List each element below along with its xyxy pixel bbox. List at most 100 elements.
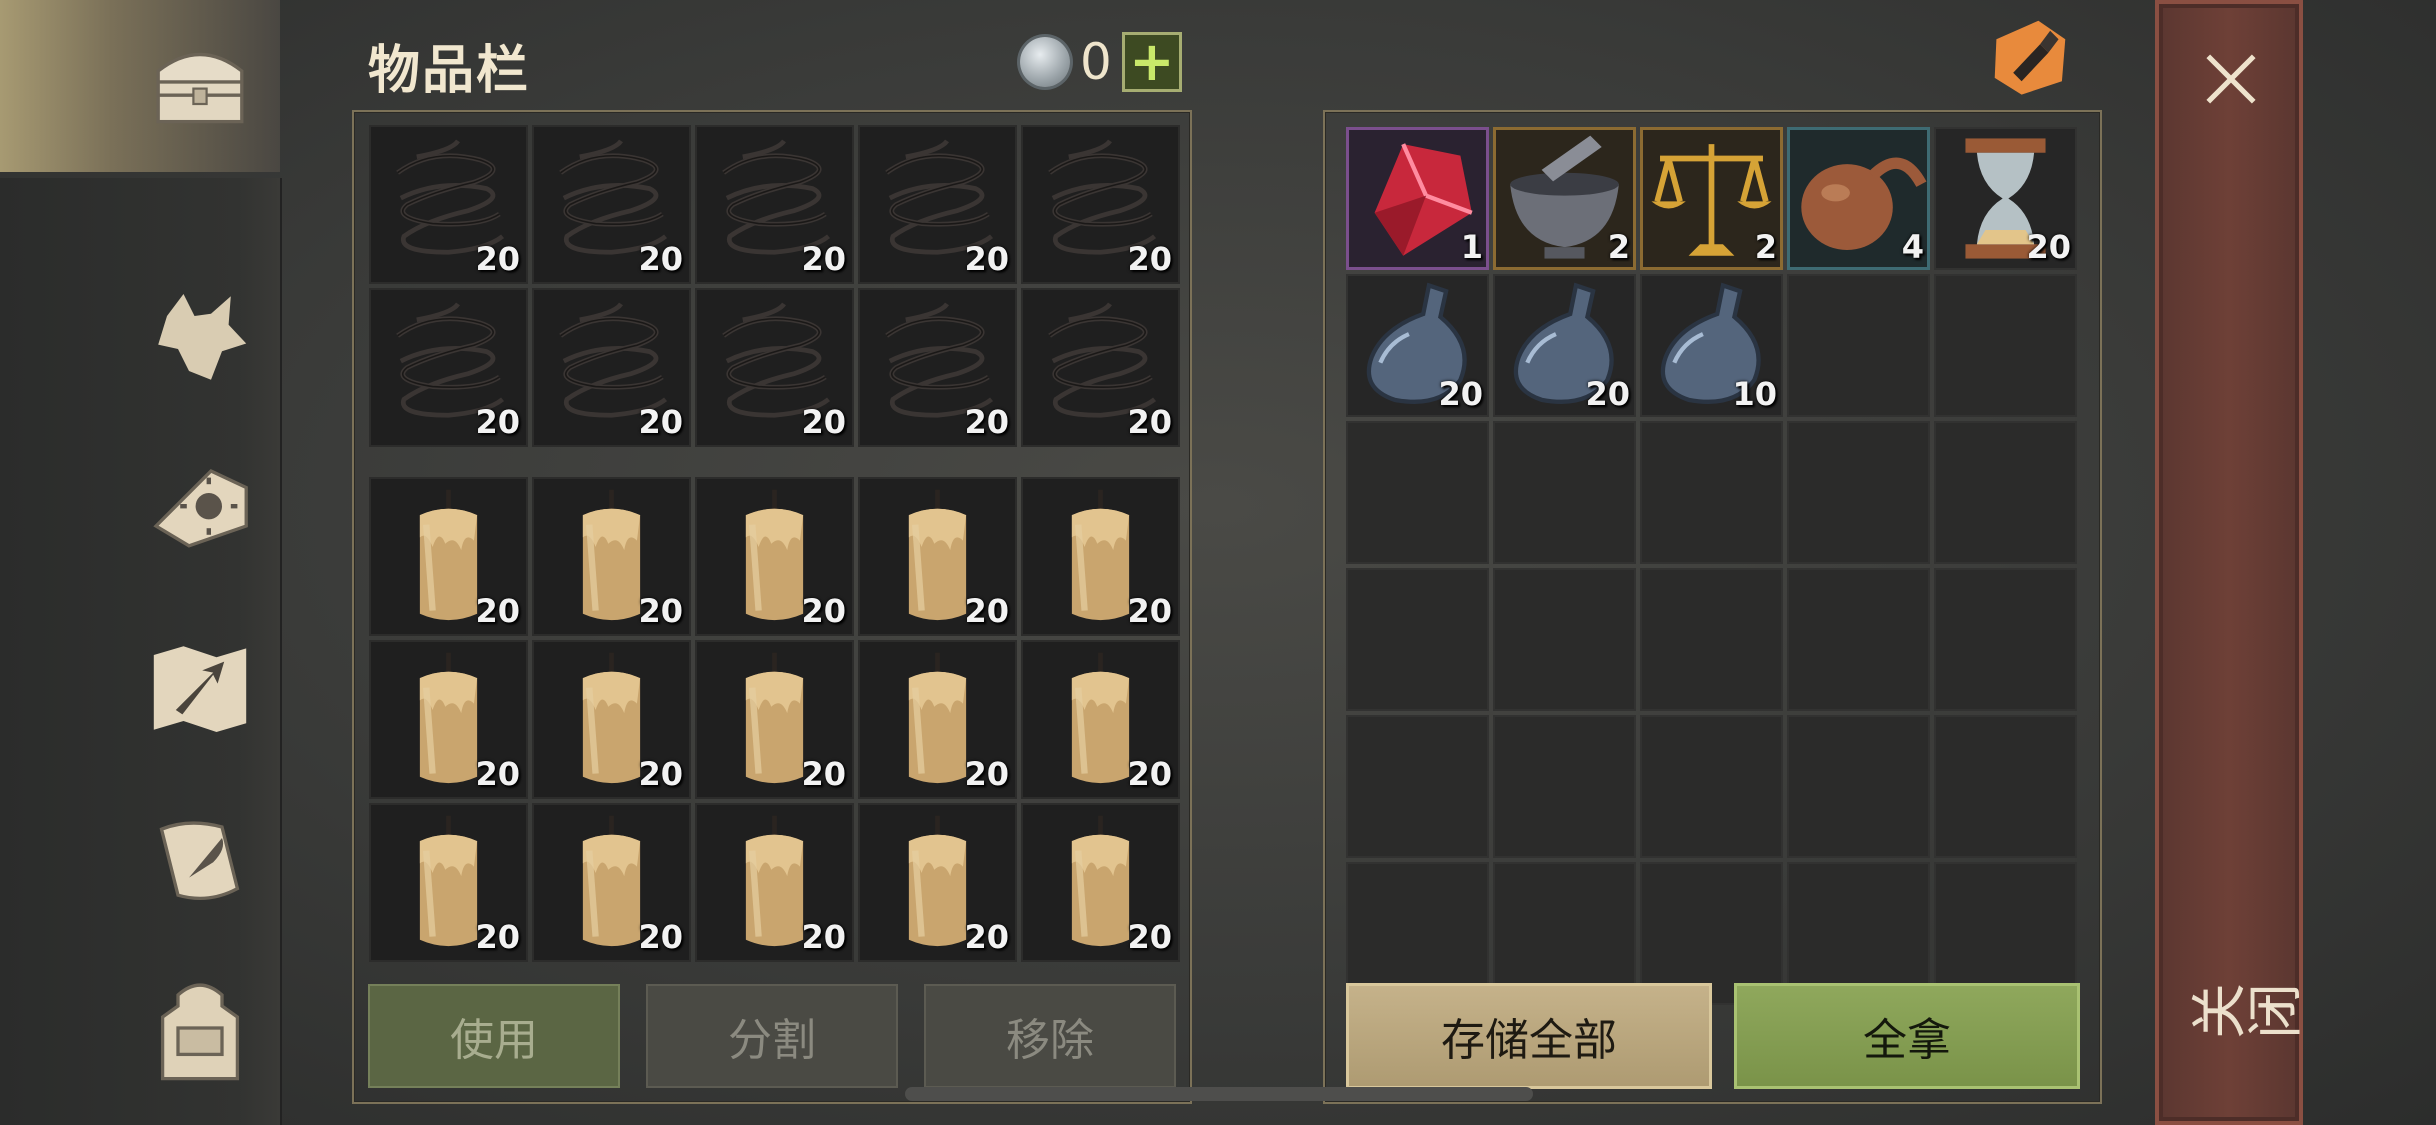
inventory-slot[interactable]: 20 [1021, 640, 1180, 799]
item-count: 20 [964, 592, 1009, 630]
storage-slot[interactable]: 2 [1640, 127, 1783, 270]
storage-slot-empty[interactable] [1493, 421, 1636, 564]
item-count: 2 [1754, 228, 1777, 266]
storage-slot-empty[interactable] [1934, 568, 2077, 711]
item-count: 20 [638, 592, 683, 630]
item-count: 2 [1607, 228, 1630, 266]
inventory-slot[interactable]: 20 [695, 803, 854, 962]
storage-slot[interactable]: 10 [1640, 274, 1783, 417]
inventory-slot[interactable]: 20 [1021, 125, 1180, 284]
storage-slot-empty[interactable] [1934, 274, 2077, 417]
nav-quests[interactable] [140, 800, 260, 920]
inventory-slot[interactable]: 20 [695, 288, 854, 447]
item-count: 20 [1585, 375, 1630, 413]
item-count: 20 [475, 240, 520, 278]
storage-slot[interactable]: 2 [1493, 127, 1636, 270]
inventory-slot[interactable]: 20 [532, 125, 691, 284]
item-count: 20 [1438, 375, 1483, 413]
map-arrow-icon [153, 646, 247, 732]
inventory-slot[interactable]: 20 [695, 640, 854, 799]
add-currency-button[interactable]: + [1121, 32, 1182, 92]
item-count: 20 [475, 755, 520, 793]
close-panel[interactable] [2155, 0, 2303, 1125]
take-all-button[interactable]: 全拿 [1734, 983, 2080, 1089]
inventory-slot[interactable]: 20 [369, 803, 528, 962]
remove-button[interactable]: 移除 [924, 984, 1176, 1088]
storage-slot-empty[interactable] [1640, 715, 1783, 858]
item-count: 20 [801, 240, 846, 278]
storage-slot-empty[interactable] [1934, 421, 2077, 564]
sort-brush-button[interactable] [1988, 14, 2072, 98]
item-count: 20 [638, 403, 683, 441]
inventory-slot[interactable]: 20 [695, 477, 854, 636]
inventory-slot[interactable]: 20 [858, 477, 1017, 636]
item-count: 20 [801, 918, 846, 956]
storage-slot-empty[interactable] [1346, 568, 1489, 711]
item-count: 10 [1732, 375, 1777, 413]
nav-skills[interactable] [140, 444, 260, 564]
backpack-icon [160, 983, 240, 1081]
storage-slot[interactable]: 1 [1346, 127, 1489, 270]
nav-character[interactable] [140, 278, 260, 398]
item-count: 20 [801, 592, 846, 630]
wolf-icon [158, 294, 247, 380]
storage-slot-empty[interactable] [1346, 421, 1489, 564]
inventory-candle-grid: 20 20 20 20 20 20 20 20 20 20 20 20 20 20 20 [369, 477, 1180, 962]
storage-slot[interactable]: 20 [1346, 274, 1489, 417]
close-label[interactable]: 关闭 [2190, 976, 2302, 1057]
currency-value: 0 [1080, 33, 1112, 91]
inventory-slot[interactable]: 20 [858, 288, 1017, 447]
item-count: 20 [1127, 755, 1172, 793]
storage-slot[interactable]: 4 [1787, 127, 1930, 270]
inventory-slot[interactable]: 20 [369, 288, 528, 447]
chest-icon [156, 52, 244, 124]
inventory-slot[interactable]: 20 [532, 477, 691, 636]
inventory-slot[interactable]: 20 [1021, 477, 1180, 636]
item-count: 20 [801, 755, 846, 793]
inventory-title: 物品栏 [368, 41, 531, 101]
storage-slot-empty[interactable] [1640, 568, 1783, 711]
storage-slot-empty[interactable] [1493, 715, 1636, 858]
nav-backpack[interactable] [140, 968, 260, 1088]
item-count: 20 [964, 755, 1009, 793]
scrollbar[interactable] [905, 1087, 1533, 1101]
close-icon[interactable] [2200, 48, 2262, 110]
nav-map[interactable] [140, 628, 260, 748]
storage-slot-empty[interactable] [1934, 715, 2077, 858]
item-count: 20 [964, 918, 1009, 956]
storage-slot[interactable]: 20 [1934, 127, 2077, 270]
inventory-slot[interactable]: 20 [858, 125, 1017, 284]
item-count: 20 [1127, 403, 1172, 441]
use-button[interactable]: 使用 [368, 984, 620, 1088]
inventory-slot[interactable]: 20 [369, 477, 528, 636]
item-count: 20 [475, 918, 520, 956]
storage-slot-empty[interactable] [1346, 715, 1489, 858]
inventory-slot[interactable]: 20 [858, 803, 1017, 962]
nav-chest[interactable] [140, 22, 260, 142]
sun-book-icon [153, 469, 248, 548]
storage-slot-empty[interactable] [1787, 274, 1930, 417]
inventory-slot[interactable]: 20 [1021, 288, 1180, 447]
inventory-slot[interactable]: 20 [532, 803, 691, 962]
item-count: 20 [2026, 228, 2071, 266]
inventory-slot[interactable]: 20 [369, 125, 528, 284]
split-button[interactable]: 分割 [646, 984, 898, 1088]
storage-slot-empty[interactable] [1493, 568, 1636, 711]
storage-slot-empty[interactable] [1787, 568, 1930, 711]
scroll-quill-icon [159, 821, 240, 901]
inventory-wire-grid: 20 20 20 20 20 20 20 20 20 20 [369, 125, 1180, 447]
item-count: 20 [638, 918, 683, 956]
inventory-slot[interactable]: 20 [532, 288, 691, 447]
inventory-slot[interactable]: 20 [858, 640, 1017, 799]
inventory-slot[interactable]: 20 [369, 640, 528, 799]
storage-slot-empty[interactable] [1640, 421, 1783, 564]
storage-slot[interactable]: 20 [1493, 274, 1636, 417]
storage-slot-empty[interactable] [1787, 421, 1930, 564]
inventory-slot[interactable]: 20 [695, 125, 854, 284]
item-count: 20 [638, 755, 683, 793]
inventory-slot[interactable]: 20 [1021, 803, 1180, 962]
store-all-button[interactable]: 存储全部 [1346, 983, 1712, 1089]
storage-slot-empty[interactable] [1787, 715, 1930, 858]
item-count: 20 [475, 403, 520, 441]
inventory-slot[interactable]: 20 [532, 640, 691, 799]
